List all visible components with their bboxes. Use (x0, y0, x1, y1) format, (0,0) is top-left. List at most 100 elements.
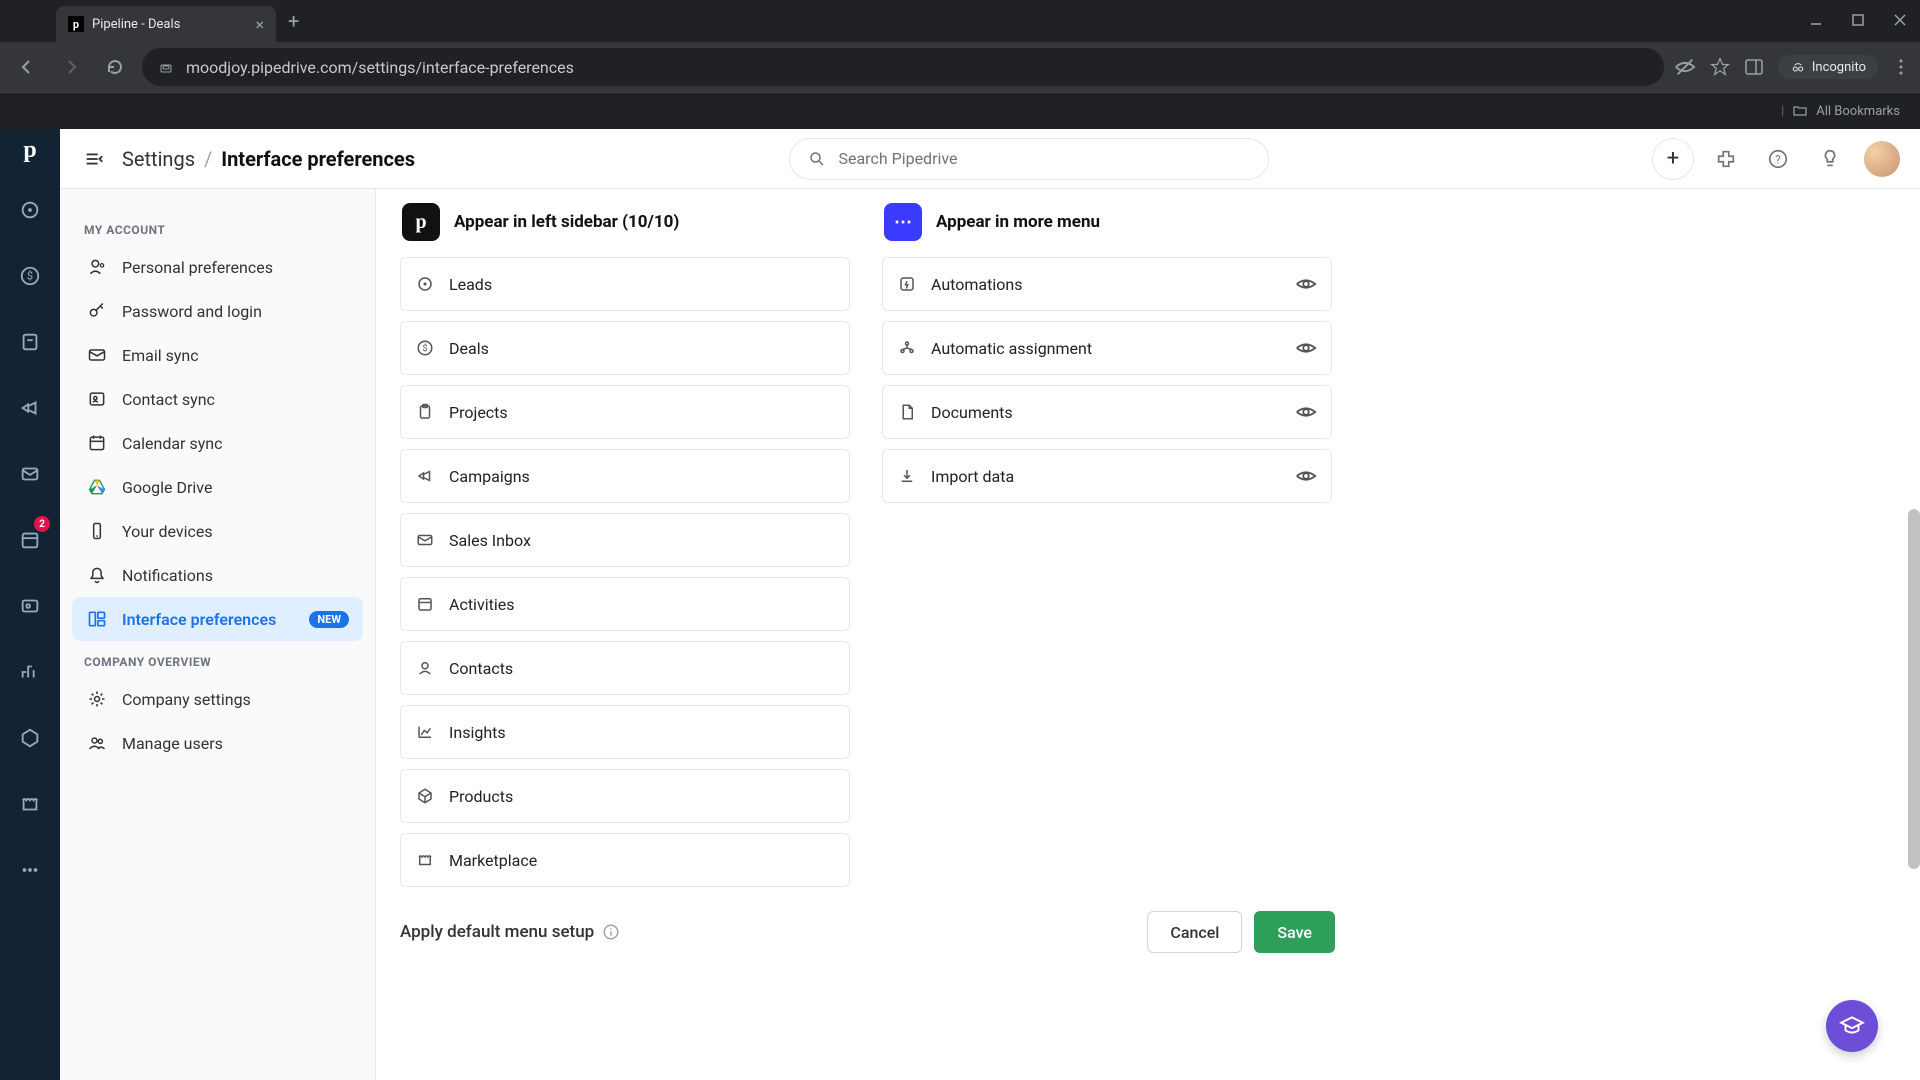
menu-item-documents[interactable]: Documents (882, 385, 1332, 439)
menu-item-label: Automations (931, 275, 1022, 294)
app-root: p $ 2 Settings / Interface preferences (0, 129, 1920, 1080)
add-button[interactable]: + (1652, 138, 1694, 180)
rail-projects-icon[interactable] (10, 322, 50, 362)
bookmarks-bar: | All Bookmarks (0, 92, 1920, 129)
sidebar-item-calendar-sync[interactable]: Calendar sync (72, 421, 363, 465)
menu-item-label: Campaigns (449, 467, 530, 486)
menu-item-projects[interactable]: Projects (400, 385, 850, 439)
rail-more-icon[interactable] (10, 850, 50, 890)
breadcrumb: Settings / Interface preferences (122, 147, 415, 171)
logo-icon[interactable]: p (23, 137, 36, 164)
minimize-icon[interactable] (1804, 8, 1828, 32)
incognito-indicator[interactable]: Incognito (1778, 55, 1878, 79)
menu-item-import-data[interactable]: Import data (882, 449, 1332, 503)
menu-item-sales-inbox[interactable]: Sales Inbox (400, 513, 850, 567)
close-icon[interactable]: × (255, 15, 264, 34)
chrome-menu-icon[interactable] (1892, 58, 1910, 76)
menu-item-label: Activities (449, 595, 514, 614)
key-icon (86, 301, 108, 321)
folder-icon (1792, 103, 1808, 119)
menu-item-insights[interactable]: Insights (400, 705, 850, 759)
all-bookmarks-button[interactable]: All Bookmarks (1816, 104, 1900, 119)
visibility-off-icon[interactable] (1674, 56, 1696, 78)
scrollbar-thumb[interactable] (1908, 509, 1920, 869)
visibility-icon[interactable] (1295, 401, 1317, 423)
info-icon (602, 923, 620, 941)
maximize-icon[interactable] (1846, 8, 1870, 32)
sidebar-item-manage-users[interactable]: Manage users (72, 721, 363, 765)
search-input[interactable]: Search Pipedrive (789, 138, 1269, 180)
left-column: p Appear in left sidebar (10/10) Leads $… (400, 201, 850, 897)
sidebar-item-personal-preferences[interactable]: Personal preferences (72, 245, 363, 289)
rail-home-icon[interactable] (10, 190, 50, 230)
sidebar-item-company-settings[interactable]: Company settings (72, 677, 363, 721)
rail-insights-icon[interactable] (10, 652, 50, 692)
extensions-icon[interactable] (1708, 141, 1744, 177)
visibility-icon[interactable] (1295, 465, 1317, 487)
rail-products-icon[interactable] (10, 718, 50, 758)
dollar-icon: $ (415, 339, 435, 357)
collapse-sidebar-button[interactable] (80, 145, 108, 173)
reload-button[interactable] (98, 50, 132, 84)
help-icon[interactable]: ? (1760, 141, 1796, 177)
sidebar-item-password-login[interactable]: Password and login (72, 289, 363, 333)
bookmark-star-icon[interactable] (1710, 57, 1730, 77)
side-panel-icon[interactable] (1744, 57, 1764, 77)
sidebar-item-label: Password and login (122, 302, 262, 321)
menu-item-automatic-assignment[interactable]: Automatic assignment (882, 321, 1332, 375)
menu-item-activities[interactable]: Activities (400, 577, 850, 631)
sidebar-item-notifications[interactable]: Notifications (72, 553, 363, 597)
breadcrumb-root[interactable]: Settings (122, 147, 195, 171)
menu-item-label: Marketplace (449, 851, 537, 870)
rail-marketplace-icon[interactable] (10, 784, 50, 824)
rail-activities-icon[interactable]: 2 (10, 520, 50, 560)
menu-item-label: Insights (449, 723, 506, 742)
sidebar-item-your-devices[interactable]: Your devices (72, 509, 363, 553)
rail-badge: 2 (34, 516, 50, 532)
sidebar-item-label: Notifications (122, 566, 213, 585)
inbox-icon (415, 531, 435, 549)
menu-item-label: Products (449, 787, 513, 806)
academy-fab-button[interactable] (1826, 1000, 1878, 1052)
download-icon (897, 467, 917, 485)
sidebar-item-contact-sync[interactable]: Contact sync (72, 377, 363, 421)
menu-item-campaigns[interactable]: Campaigns (400, 449, 850, 503)
visibility-icon[interactable] (1295, 337, 1317, 359)
rail-deals-icon[interactable]: $ (10, 256, 50, 296)
lightbulb-icon[interactable] (1812, 141, 1848, 177)
window-close-icon[interactable] (1888, 8, 1912, 32)
rail-campaigns-icon[interactable] (10, 388, 50, 428)
rail-contacts-icon[interactable] (10, 586, 50, 626)
sidebar-item-email-sync[interactable]: Email sync (72, 333, 363, 377)
rail-mail-icon[interactable] (10, 454, 50, 494)
menu-item-marketplace[interactable]: Marketplace (400, 833, 850, 887)
menu-item-products[interactable]: Products (400, 769, 850, 823)
svg-text:$: $ (27, 270, 33, 283)
sidebar-item-label: Email sync (122, 346, 199, 365)
left-column-title: Appear in left sidebar (10/10) (454, 212, 679, 232)
menu-item-label: Import data (931, 467, 1014, 486)
document-icon (897, 403, 917, 421)
megaphone-icon (415, 467, 435, 485)
back-button[interactable] (10, 50, 44, 84)
apply-default-link[interactable]: Apply default menu setup (400, 922, 620, 942)
menu-item-automations[interactable]: Automations (882, 257, 1332, 311)
sidebar-item-google-drive[interactable]: Google Drive (72, 465, 363, 509)
url-input[interactable]: moodjoy.pipedrive.com/settings/interface… (142, 48, 1664, 86)
sidebar-item-interface-preferences[interactable]: Interface preferences NEW (72, 597, 363, 641)
favicon-icon: p (68, 16, 84, 32)
menu-item-contacts[interactable]: Contacts (400, 641, 850, 695)
new-tab-button[interactable]: + (288, 9, 299, 33)
menu-item-deals[interactable]: $Deals (400, 321, 850, 375)
sidebar-item-label: Company settings (122, 690, 251, 709)
cancel-button[interactable]: Cancel (1147, 911, 1242, 953)
avatar[interactable] (1864, 141, 1900, 177)
save-button[interactable]: Save (1254, 911, 1335, 953)
visibility-icon[interactable] (1295, 273, 1317, 295)
forward-button[interactable] (54, 50, 88, 84)
browser-tab[interactable]: p Pipeline - Deals × (56, 6, 276, 42)
section-my-account: MY ACCOUNT (72, 215, 363, 245)
menu-item-leads[interactable]: Leads (400, 257, 850, 311)
left-column-header: p Appear in left sidebar (10/10) (400, 201, 850, 243)
store-icon (415, 851, 435, 869)
